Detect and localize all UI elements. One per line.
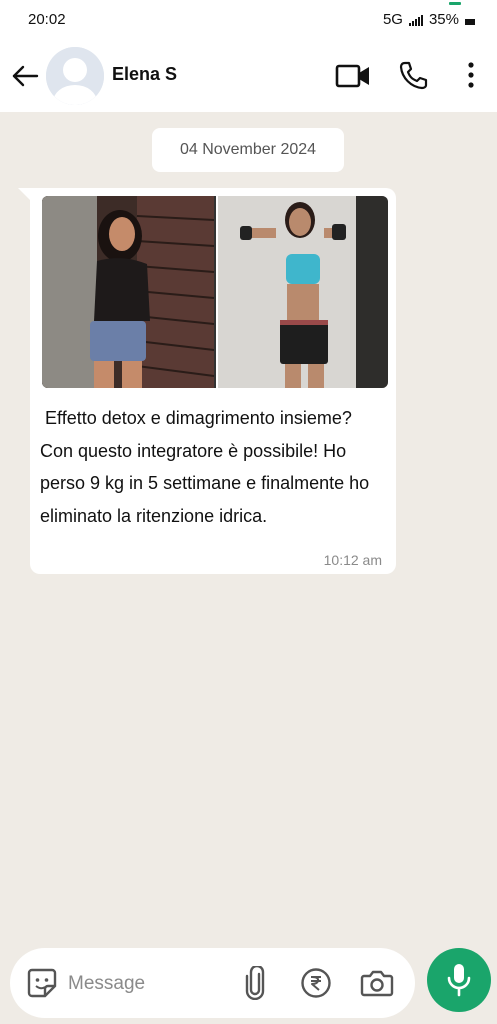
signal-icon <box>408 14 423 26</box>
status-bar: 20:02 5G 35% <box>0 0 497 40</box>
chat-header: Elena S <box>0 40 497 112</box>
back-arrow-icon[interactable] <box>10 62 40 90</box>
phone-icon[interactable] <box>398 60 428 90</box>
camera-icon[interactable] <box>360 969 394 997</box>
date-separator: 04 November 2024 <box>152 128 344 172</box>
attach-icon[interactable] <box>242 966 268 1000</box>
message-time: 10:12 am <box>323 552 382 568</box>
more-vert-icon[interactable] <box>461 60 481 90</box>
mic-button[interactable] <box>427 948 491 1012</box>
message-text: Effetto detox e dimagrimento insieme? Co… <box>40 408 375 526</box>
message-composer <box>10 948 415 1018</box>
status-time: 20:02 <box>28 11 66 28</box>
message-photo[interactable] <box>42 196 388 388</box>
before-after-photo <box>42 196 388 388</box>
battery-label: 35% <box>428 11 459 28</box>
status-indicators: 5G 35% <box>383 11 475 28</box>
avatar-placeholder-icon <box>46 47 104 105</box>
video-call-icon[interactable] <box>335 63 371 89</box>
privacy-indicator <box>449 2 461 5</box>
rupee-icon[interactable] <box>300 967 332 999</box>
mic-icon <box>447 964 471 997</box>
contact-name[interactable]: Elena S <box>112 64 177 85</box>
message-bubble[interactable]: Effetto detox e dimagrimento insieme? Co… <box>30 188 396 574</box>
message-input[interactable] <box>66 968 240 1000</box>
network-label: 5G <box>382 11 403 28</box>
battery-icon <box>465 18 475 25</box>
avatar[interactable] <box>46 47 104 105</box>
sticker-icon[interactable] <box>26 967 58 999</box>
